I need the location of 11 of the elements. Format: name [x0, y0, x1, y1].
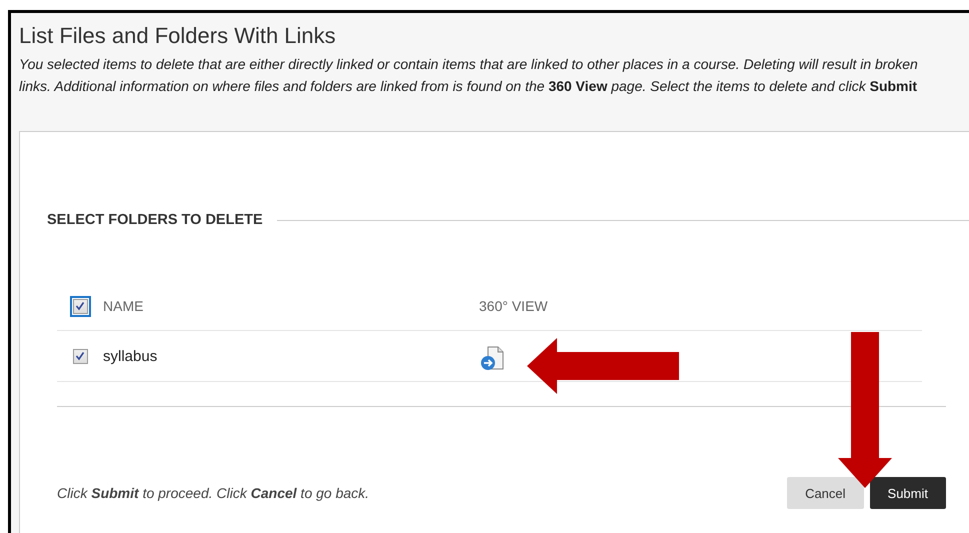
instruction-text: Click Submit to proceed. Click Cancel to go back. — [57, 485, 370, 501]
column-header: NAME — [103, 298, 144, 314]
folder-name: syllabus — [103, 348, 158, 364]
section-heading: SELECT FOLDERS TO DELETE — [47, 212, 263, 228]
checkbox[interactable] — [72, 348, 88, 364]
document-globe-icon[interactable] — [479, 345, 505, 371]
description-text: You selected items to delete that are either directly linked or contain items that are linked to other places in a course. Deleting will result in broken links. Additional information on where files and folders are linked from is found on the 360 View page. Select the items to delete and click Submit — [19, 55, 919, 96]
submit-button[interactable]: Submit — [870, 477, 946, 509]
cancel-button[interactable]: Cancel — [787, 477, 864, 509]
column-header: 360° VIEW — [479, 298, 548, 314]
page-title: List Files and Folders With Links — [19, 23, 337, 49]
